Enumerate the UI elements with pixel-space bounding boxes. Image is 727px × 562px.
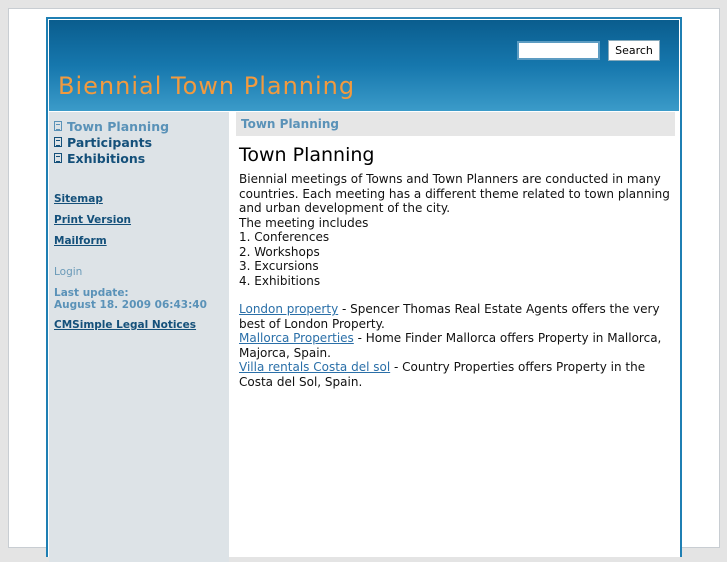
intro-text: Biennial meetings of Towns and Town Plan… [239, 172, 670, 215]
last-update-label: Last update: [54, 287, 129, 299]
site-frame: Search Biennial Town Planning Town Plann… [46, 17, 682, 562]
sidebar: Town Planning Participants Exhibitions S… [49, 112, 229, 562]
page-icon [54, 121, 62, 131]
mailform-link[interactable]: Mailform [54, 235, 224, 247]
legal-notices-link[interactable]: CMSimple Legal Notices [54, 319, 224, 331]
list-item: 3. Excursions [239, 259, 319, 273]
page-icon [54, 153, 62, 163]
mallorca-properties-link[interactable]: Mallorca Properties [239, 331, 354, 345]
list-item: 1. Conferences [239, 230, 330, 244]
page-title: Town Planning [239, 144, 375, 166]
ad-london: London property - Spencer Thomas Real Es… [239, 302, 675, 331]
nav-label: Participants [67, 134, 153, 150]
search-input[interactable] [517, 41, 600, 60]
nav-town-planning[interactable]: Town Planning [54, 118, 224, 134]
search-button[interactable]: Search [608, 40, 660, 61]
sitemap-link[interactable]: Sitemap [54, 193, 224, 205]
nav-label: Town Planning [67, 118, 170, 134]
nav-participants[interactable]: Participants [54, 134, 224, 150]
login-link[interactable]: Login [54, 266, 224, 278]
last-update-value: August 18. 2009 06:43:40 [54, 299, 207, 311]
page-icon [54, 137, 62, 147]
header: Search Biennial Town Planning [49, 20, 679, 111]
london-property-link[interactable]: London property [239, 302, 338, 316]
breadcrumb: Town Planning [236, 112, 675, 136]
nav-exhibitions[interactable]: Exhibitions [54, 150, 224, 166]
villa-rentals-link[interactable]: Villa rentals Costa del sol [239, 360, 390, 374]
main-content: Town Planning Town Planning Biennial mee… [233, 112, 678, 562]
includes-text: The meeting includes [239, 215, 369, 230]
nav-label: Exhibitions [67, 150, 146, 166]
ad-mallorca: Mallorca Properties - Home Finder Mallor… [239, 331, 675, 360]
list-item: 4. Exhibitions [239, 273, 321, 288]
article-body: Biennial meetings of Towns and Town Plan… [236, 172, 675, 389]
site-title: Biennial Town Planning [58, 72, 356, 100]
print-version-link[interactable]: Print Version [54, 214, 224, 226]
list-item: 2. Workshops [239, 244, 320, 259]
ad-villa: Villa rentals Costa del sol - Country Pr… [239, 360, 675, 389]
